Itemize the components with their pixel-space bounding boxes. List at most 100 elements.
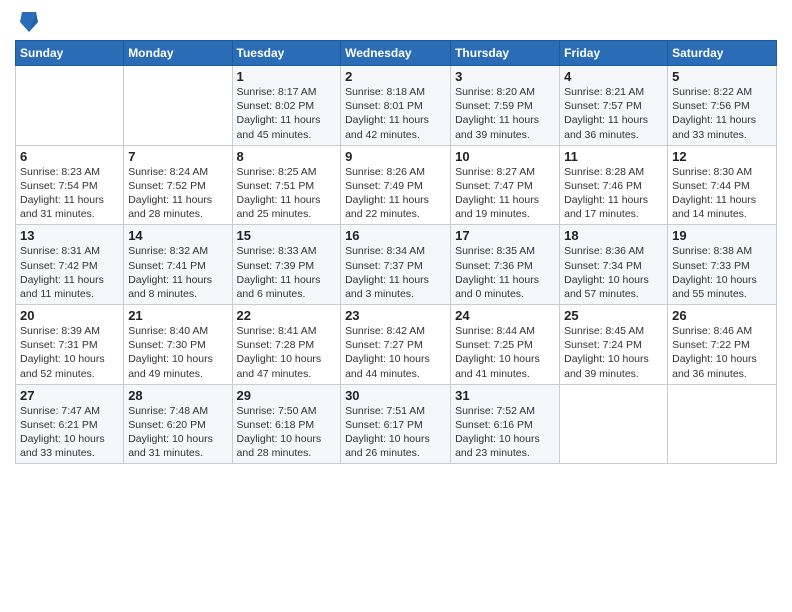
day-info: Sunrise: 8:23 AM Sunset: 7:54 PM Dayligh… xyxy=(20,165,119,222)
day-number: 5 xyxy=(672,69,772,84)
day-number: 16 xyxy=(345,228,446,243)
day-info: Sunrise: 8:33 AM Sunset: 7:39 PM Dayligh… xyxy=(237,244,337,301)
day-cell: 18Sunrise: 8:36 AM Sunset: 7:34 PM Dayli… xyxy=(560,225,668,305)
week-row-1: 1Sunrise: 8:17 AM Sunset: 8:02 PM Daylig… xyxy=(16,66,777,146)
header xyxy=(15,10,777,34)
day-cell xyxy=(560,384,668,464)
weekday-header-sunday: Sunday xyxy=(16,41,124,66)
day-info: Sunrise: 8:41 AM Sunset: 7:28 PM Dayligh… xyxy=(237,324,337,381)
day-info: Sunrise: 8:24 AM Sunset: 7:52 PM Dayligh… xyxy=(128,165,227,222)
day-info: Sunrise: 8:46 AM Sunset: 7:22 PM Dayligh… xyxy=(672,324,772,381)
day-info: Sunrise: 8:30 AM Sunset: 7:44 PM Dayligh… xyxy=(672,165,772,222)
day-number: 12 xyxy=(672,149,772,164)
day-info: Sunrise: 8:35 AM Sunset: 7:36 PM Dayligh… xyxy=(455,244,555,301)
day-info: Sunrise: 8:31 AM Sunset: 7:42 PM Dayligh… xyxy=(20,244,119,301)
day-info: Sunrise: 8:18 AM Sunset: 8:01 PM Dayligh… xyxy=(345,85,446,142)
day-info: Sunrise: 8:39 AM Sunset: 7:31 PM Dayligh… xyxy=(20,324,119,381)
day-info: Sunrise: 8:26 AM Sunset: 7:49 PM Dayligh… xyxy=(345,165,446,222)
day-number: 1 xyxy=(237,69,337,84)
day-cell: 8Sunrise: 8:25 AM Sunset: 7:51 PM Daylig… xyxy=(232,145,341,225)
day-info: Sunrise: 7:50 AM Sunset: 6:18 PM Dayligh… xyxy=(237,404,337,461)
day-number: 21 xyxy=(128,308,227,323)
day-cell: 12Sunrise: 8:30 AM Sunset: 7:44 PM Dayli… xyxy=(668,145,777,225)
day-cell: 25Sunrise: 8:45 AM Sunset: 7:24 PM Dayli… xyxy=(560,305,668,385)
day-number: 25 xyxy=(564,308,663,323)
week-row-2: 6Sunrise: 8:23 AM Sunset: 7:54 PM Daylig… xyxy=(16,145,777,225)
day-number: 31 xyxy=(455,388,555,403)
day-number: 27 xyxy=(20,388,119,403)
day-cell: 20Sunrise: 8:39 AM Sunset: 7:31 PM Dayli… xyxy=(16,305,124,385)
weekday-header-friday: Friday xyxy=(560,41,668,66)
day-number: 22 xyxy=(237,308,337,323)
day-info: Sunrise: 7:47 AM Sunset: 6:21 PM Dayligh… xyxy=(20,404,119,461)
day-info: Sunrise: 8:42 AM Sunset: 7:27 PM Dayligh… xyxy=(345,324,446,381)
day-cell: 23Sunrise: 8:42 AM Sunset: 7:27 PM Dayli… xyxy=(341,305,451,385)
day-info: Sunrise: 8:22 AM Sunset: 7:56 PM Dayligh… xyxy=(672,85,772,142)
day-number: 3 xyxy=(455,69,555,84)
day-number: 23 xyxy=(345,308,446,323)
day-cell: 10Sunrise: 8:27 AM Sunset: 7:47 PM Dayli… xyxy=(451,145,560,225)
day-cell: 7Sunrise: 8:24 AM Sunset: 7:52 PM Daylig… xyxy=(124,145,232,225)
day-number: 15 xyxy=(237,228,337,243)
day-cell: 21Sunrise: 8:40 AM Sunset: 7:30 PM Dayli… xyxy=(124,305,232,385)
day-number: 10 xyxy=(455,149,555,164)
day-number: 4 xyxy=(564,69,663,84)
day-cell: 30Sunrise: 7:51 AM Sunset: 6:17 PM Dayli… xyxy=(341,384,451,464)
day-number: 17 xyxy=(455,228,555,243)
weekday-header-tuesday: Tuesday xyxy=(232,41,341,66)
day-number: 13 xyxy=(20,228,119,243)
day-info: Sunrise: 8:17 AM Sunset: 8:02 PM Dayligh… xyxy=(237,85,337,142)
day-info: Sunrise: 8:21 AM Sunset: 7:57 PM Dayligh… xyxy=(564,85,663,142)
day-number: 14 xyxy=(128,228,227,243)
day-cell: 14Sunrise: 8:32 AM Sunset: 7:41 PM Dayli… xyxy=(124,225,232,305)
day-number: 26 xyxy=(672,308,772,323)
day-number: 20 xyxy=(20,308,119,323)
day-cell: 15Sunrise: 8:33 AM Sunset: 7:39 PM Dayli… xyxy=(232,225,341,305)
day-cell: 1Sunrise: 8:17 AM Sunset: 8:02 PM Daylig… xyxy=(232,66,341,146)
weekday-header-wednesday: Wednesday xyxy=(341,41,451,66)
day-info: Sunrise: 8:45 AM Sunset: 7:24 PM Dayligh… xyxy=(564,324,663,381)
day-info: Sunrise: 8:36 AM Sunset: 7:34 PM Dayligh… xyxy=(564,244,663,301)
week-row-4: 20Sunrise: 8:39 AM Sunset: 7:31 PM Dayli… xyxy=(16,305,777,385)
day-cell: 28Sunrise: 7:48 AM Sunset: 6:20 PM Dayli… xyxy=(124,384,232,464)
day-cell: 13Sunrise: 8:31 AM Sunset: 7:42 PM Dayli… xyxy=(16,225,124,305)
logo-icon xyxy=(20,10,38,34)
day-info: Sunrise: 8:44 AM Sunset: 7:25 PM Dayligh… xyxy=(455,324,555,381)
day-number: 2 xyxy=(345,69,446,84)
day-info: Sunrise: 8:20 AM Sunset: 7:59 PM Dayligh… xyxy=(455,85,555,142)
day-cell: 3Sunrise: 8:20 AM Sunset: 7:59 PM Daylig… xyxy=(451,66,560,146)
day-cell: 17Sunrise: 8:35 AM Sunset: 7:36 PM Dayli… xyxy=(451,225,560,305)
day-cell: 26Sunrise: 8:46 AM Sunset: 7:22 PM Dayli… xyxy=(668,305,777,385)
calendar-body: 1Sunrise: 8:17 AM Sunset: 8:02 PM Daylig… xyxy=(16,66,777,464)
day-cell: 4Sunrise: 8:21 AM Sunset: 7:57 PM Daylig… xyxy=(560,66,668,146)
day-number: 11 xyxy=(564,149,663,164)
day-cell: 29Sunrise: 7:50 AM Sunset: 6:18 PM Dayli… xyxy=(232,384,341,464)
day-number: 30 xyxy=(345,388,446,403)
day-cell: 5Sunrise: 8:22 AM Sunset: 7:56 PM Daylig… xyxy=(668,66,777,146)
day-info: Sunrise: 8:34 AM Sunset: 7:37 PM Dayligh… xyxy=(345,244,446,301)
week-row-3: 13Sunrise: 8:31 AM Sunset: 7:42 PM Dayli… xyxy=(16,225,777,305)
day-number: 18 xyxy=(564,228,663,243)
calendar: SundayMondayTuesdayWednesdayThursdayFrid… xyxy=(15,40,777,464)
day-info: Sunrise: 8:40 AM Sunset: 7:30 PM Dayligh… xyxy=(128,324,227,381)
weekday-header-monday: Monday xyxy=(124,41,232,66)
day-info: Sunrise: 8:28 AM Sunset: 7:46 PM Dayligh… xyxy=(564,165,663,222)
day-cell: 24Sunrise: 8:44 AM Sunset: 7:25 PM Dayli… xyxy=(451,305,560,385)
day-number: 19 xyxy=(672,228,772,243)
day-number: 9 xyxy=(345,149,446,164)
day-number: 7 xyxy=(128,149,227,164)
day-cell xyxy=(668,384,777,464)
day-cell: 31Sunrise: 7:52 AM Sunset: 6:16 PM Dayli… xyxy=(451,384,560,464)
day-cell xyxy=(124,66,232,146)
day-info: Sunrise: 7:48 AM Sunset: 6:20 PM Dayligh… xyxy=(128,404,227,461)
day-cell: 27Sunrise: 7:47 AM Sunset: 6:21 PM Dayli… xyxy=(16,384,124,464)
page: SundayMondayTuesdayWednesdayThursdayFrid… xyxy=(0,0,792,479)
day-cell: 22Sunrise: 8:41 AM Sunset: 7:28 PM Dayli… xyxy=(232,305,341,385)
day-number: 29 xyxy=(237,388,337,403)
day-info: Sunrise: 8:27 AM Sunset: 7:47 PM Dayligh… xyxy=(455,165,555,222)
day-info: Sunrise: 8:32 AM Sunset: 7:41 PM Dayligh… xyxy=(128,244,227,301)
day-cell xyxy=(16,66,124,146)
logo xyxy=(15,10,38,34)
day-cell: 2Sunrise: 8:18 AM Sunset: 8:01 PM Daylig… xyxy=(341,66,451,146)
week-row-5: 27Sunrise: 7:47 AM Sunset: 6:21 PM Dayli… xyxy=(16,384,777,464)
